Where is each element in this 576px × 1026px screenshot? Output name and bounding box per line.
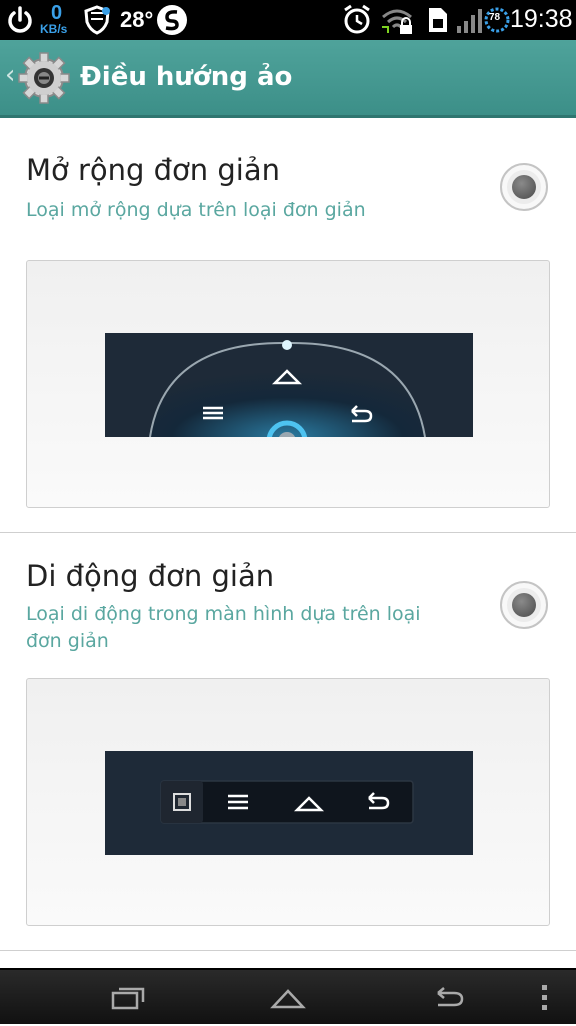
- divider: [0, 950, 576, 951]
- clock: 19:38: [510, 5, 573, 33]
- divider: [0, 532, 576, 533]
- radio-dot: [512, 175, 536, 199]
- option-title: Mở rộng đơn giản: [26, 153, 281, 187]
- system-nav-bar: [0, 968, 576, 1024]
- radio-dot: [512, 593, 536, 617]
- status-bar: 0 KB/s 28° 78 19:38: [0, 0, 576, 40]
- option-title: Di động đơn giản: [26, 559, 275, 593]
- home-button[interactable]: [256, 970, 320, 1026]
- recent-apps-icon: [111, 987, 145, 1010]
- temperature: 28°: [120, 7, 154, 32]
- page-title: Điều hướng ảo: [80, 62, 293, 92]
- home-icon: [270, 989, 306, 1009]
- sim-icon: [429, 8, 447, 32]
- network-speed-unit: KB/s: [40, 22, 68, 36]
- option-subtitle-line1: Loại di động trong màn hình dựa trên loạ…: [26, 603, 421, 625]
- radio-button[interactable]: [500, 163, 548, 211]
- back-chevron-icon[interactable]: ‹: [5, 60, 15, 90]
- power-icon: [8, 6, 32, 33]
- shield-icon: [84, 5, 110, 35]
- back-icon: [437, 987, 464, 1007]
- settings-gear-icon[interactable]: [18, 52, 70, 104]
- menu-button[interactable]: [530, 970, 560, 1026]
- battery-level: 78: [489, 12, 501, 23]
- option-subtitle: Loại mở rộng dựa trên loại đơn giản: [26, 199, 366, 221]
- preview-card-mobile: [26, 678, 550, 926]
- wifi-icon: [382, 9, 412, 34]
- radio-button[interactable]: [500, 581, 548, 629]
- action-bar: ‹ Điều hướng ảo: [0, 40, 576, 118]
- s-logo-icon: [157, 5, 187, 35]
- preview-screen: [105, 333, 473, 437]
- preview-screen: [105, 751, 473, 855]
- mobile-nav-preview: [160, 780, 414, 824]
- option-subtitle-line2: đơn giản: [26, 630, 109, 652]
- preview-card-expand: [26, 260, 550, 508]
- expand-nav-preview: [149, 340, 426, 437]
- signal-icon: [457, 9, 482, 33]
- alarm-icon: [344, 4, 370, 34]
- menu-dots-icon: [542, 985, 547, 1010]
- recent-apps-button[interactable]: [96, 970, 160, 1026]
- back-button[interactable]: [416, 970, 480, 1026]
